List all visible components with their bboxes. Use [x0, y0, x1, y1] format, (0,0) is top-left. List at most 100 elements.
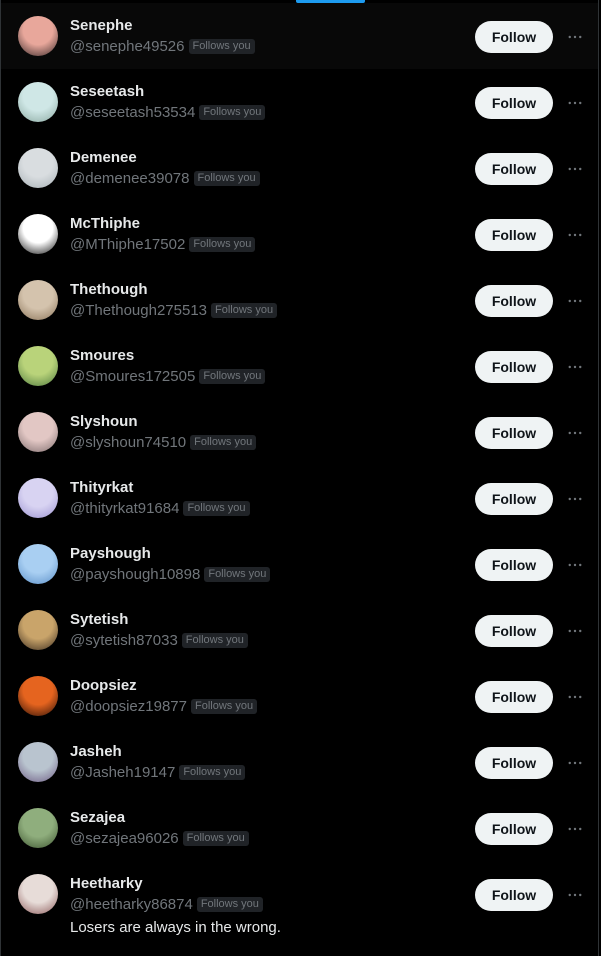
user-row-1[interactable]: Senephe @senephe49526 Follows you Follow [1, 3, 598, 69]
user-handle: @Smoures172505 [70, 368, 196, 385]
follow-button[interactable]: Follow [475, 21, 553, 53]
user-row-5[interactable]: Thethough @Thethough275513 Follows you F… [1, 267, 598, 333]
user-row-12[interactable]: Jasheh @Jasheh19147 Follows you Follow [1, 729, 598, 795]
user-row-13[interactable]: Sezajea @sezajea96026 Follows you Follow [1, 795, 598, 861]
more-horizontal-icon [566, 94, 584, 112]
avatar[interactable] [18, 874, 58, 914]
avatar[interactable] [18, 82, 58, 122]
user-name[interactable]: McThiphe [70, 215, 140, 232]
follows-you-badge: Follows you [183, 501, 250, 516]
user-name[interactable]: Doopsiez [70, 677, 137, 694]
more-options-button[interactable] [561, 749, 589, 777]
follow-button[interactable]: Follow [475, 219, 553, 251]
user-name[interactable]: Heetharky [70, 875, 143, 892]
follow-button[interactable]: Follow [475, 879, 553, 911]
user-row-2[interactable]: Seseetash @seseetash53534 Follows you Fo… [1, 69, 598, 135]
avatar[interactable] [18, 742, 58, 782]
more-horizontal-icon [566, 160, 584, 178]
avatar[interactable] [18, 808, 58, 848]
more-options-button[interactable] [561, 23, 589, 51]
user-row-3[interactable]: Demenee @demenee39078 Follows you Follow [1, 135, 598, 201]
avatar[interactable] [18, 16, 58, 56]
follows-you-badge: Follows you [193, 171, 260, 186]
follower-list: Senephe @senephe49526 Follows you Follow… [1, 3, 598, 941]
user-handle: @seseetash53534 [70, 104, 196, 121]
follows-you-badge: Follows you [204, 567, 271, 582]
follow-button[interactable]: Follow [475, 747, 553, 779]
follow-button[interactable]: Follow [475, 813, 553, 845]
follow-button[interactable]: Follow [475, 615, 553, 647]
follows-you-badge: Follows you [181, 633, 248, 648]
more-options-button[interactable] [561, 287, 589, 315]
follow-button[interactable]: Follow [475, 87, 553, 119]
follow-button[interactable]: Follow [475, 681, 553, 713]
user-name[interactable]: Seseetash [70, 83, 144, 100]
handle-line: @thityrkat91684 Follows you [70, 500, 250, 517]
user-row-10[interactable]: Sytetish @sytetish87033 Follows you Foll… [1, 597, 598, 663]
more-options-button[interactable] [561, 353, 589, 381]
handle-line: @Thethough275513 Follows you [70, 302, 278, 319]
more-options-button[interactable] [561, 881, 589, 909]
follow-button[interactable]: Follow [475, 417, 553, 449]
avatar[interactable] [18, 346, 58, 386]
avatar[interactable] [18, 214, 58, 254]
avatar[interactable] [18, 610, 58, 650]
user-name[interactable]: Thityrkat [70, 479, 133, 496]
user-name[interactable]: Sezajea [70, 809, 125, 826]
follows-you-badge: Follows you [189, 237, 256, 252]
avatar[interactable] [18, 676, 58, 716]
user-handle: @senephe49526 [70, 38, 185, 55]
more-options-button[interactable] [561, 221, 589, 249]
user-row-7[interactable]: Slyshoun @slyshoun74510 Follows you Foll… [1, 399, 598, 465]
handle-line: @seseetash53534 Follows you [70, 104, 266, 121]
user-row-11[interactable]: Doopsiez @doopsiez19877 Follows you Foll… [1, 663, 598, 729]
follow-button[interactable]: Follow [475, 483, 553, 515]
avatar[interactable] [18, 412, 58, 452]
follows-you-badge: Follows you [199, 369, 266, 384]
user-handle: @payshough10898 [70, 566, 201, 583]
user-name[interactable]: Demenee [70, 149, 137, 166]
user-name[interactable]: Thethough [70, 281, 147, 298]
user-name[interactable]: Smoures [70, 347, 134, 364]
more-options-button[interactable] [561, 815, 589, 843]
follows-you-badge: Follows you [199, 105, 266, 120]
user-name[interactable]: Slyshoun [70, 413, 138, 430]
more-options-button[interactable] [561, 419, 589, 447]
follows-you-badge: Follows you [182, 831, 249, 846]
handle-line: @heetharky86874 Follows you [70, 896, 263, 913]
user-row-8[interactable]: Thityrkat @thityrkat91684 Follows you Fo… [1, 465, 598, 531]
handle-line: @doopsiez19877 Follows you [70, 698, 258, 715]
more-options-button[interactable] [561, 89, 589, 117]
more-options-button[interactable] [561, 155, 589, 183]
user-name[interactable]: Jasheh [70, 743, 122, 760]
user-name[interactable]: Senephe [70, 17, 133, 34]
user-row-14[interactable]: Heetharky @heetharky86874 Follows you Fo… [1, 861, 598, 941]
avatar[interactable] [18, 280, 58, 320]
user-row-4[interactable]: McThiphe @MThiphe17502 Follows you Follo… [1, 201, 598, 267]
avatar[interactable] [18, 544, 58, 584]
more-horizontal-icon [566, 358, 584, 376]
avatar[interactable] [18, 478, 58, 518]
user-row-9[interactable]: Payshough @payshough10898 Follows you Fo… [1, 531, 598, 597]
user-name[interactable]: Payshough [70, 545, 151, 562]
more-options-button[interactable] [561, 551, 589, 579]
follow-button[interactable]: Follow [475, 351, 553, 383]
follow-button[interactable]: Follow [475, 549, 553, 581]
user-handle: @demenee39078 [70, 170, 190, 187]
more-horizontal-icon [566, 292, 584, 310]
more-options-button[interactable] [561, 617, 589, 645]
user-name[interactable]: Sytetish [70, 611, 128, 628]
more-horizontal-icon [566, 820, 584, 838]
follows-you-badge: Follows you [188, 39, 255, 54]
more-options-button[interactable] [561, 683, 589, 711]
follow-button[interactable]: Follow [475, 285, 553, 317]
user-handle: @sezajea96026 [70, 830, 179, 847]
user-handle: @Thethough275513 [70, 302, 208, 319]
user-handle: @MThiphe17502 [70, 236, 186, 253]
more-horizontal-icon [566, 28, 584, 46]
more-options-button[interactable] [561, 485, 589, 513]
avatar[interactable] [18, 148, 58, 188]
user-row-6[interactable]: Smoures @Smoures172505 Follows you Follo… [1, 333, 598, 399]
follow-button[interactable]: Follow [475, 153, 553, 185]
more-horizontal-icon [566, 886, 584, 904]
